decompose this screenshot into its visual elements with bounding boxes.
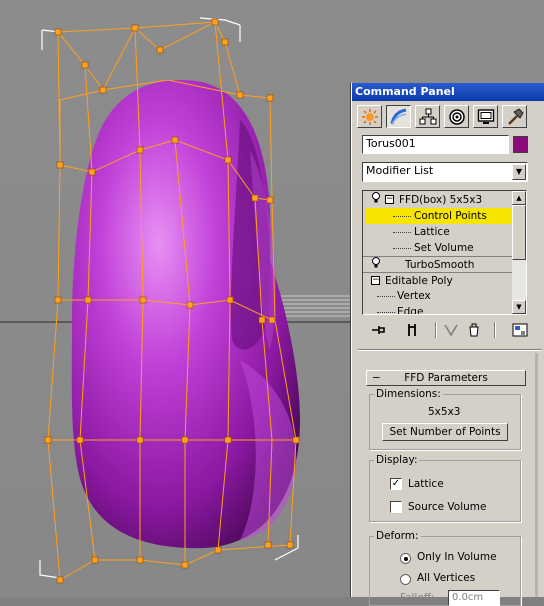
stack-scrollbar[interactable]: ▲ ▼ xyxy=(512,191,526,314)
tab-create[interactable] xyxy=(357,105,382,128)
show-end-result-button[interactable] xyxy=(402,321,422,339)
dimensions-label: Dimensions: xyxy=(374,388,443,400)
stack-item-label: Control Points xyxy=(414,210,487,222)
modifier-list-label: Modifier List xyxy=(366,164,434,177)
hierarchy-icon xyxy=(419,108,436,124)
modifier-list-dropdown[interactable]: Modifier List ▼ xyxy=(362,162,528,182)
monitor-icon xyxy=(477,108,494,124)
only-in-volume-radio[interactable] xyxy=(400,553,411,564)
stack-item-lattice[interactable]: Lattice xyxy=(365,224,511,240)
stack-item-label: Set Volume xyxy=(414,242,474,254)
scroll-up-icon[interactable]: ▲ xyxy=(512,191,526,205)
all-vertices-radio[interactable] xyxy=(400,574,411,585)
stack-item-set-volume[interactable]: Set Volume xyxy=(365,240,511,256)
separator xyxy=(485,321,505,339)
rollout-title: FFD Parameters xyxy=(404,372,488,384)
stack-item-control-points[interactable]: Control Points xyxy=(365,208,511,224)
tree-line xyxy=(393,216,411,217)
tab-hierarchy[interactable] xyxy=(415,105,440,128)
object-color-swatch[interactable] xyxy=(513,136,528,153)
stack-item-label: FFD(box) 5x5x3 xyxy=(399,194,483,206)
chevron-down-icon[interactable]: ▼ xyxy=(512,164,526,180)
all-vertices-label: All Vertices xyxy=(417,572,476,584)
tab-display[interactable] xyxy=(473,105,498,128)
dimensions-group: Dimensions: 5x5x3 Set Number of Points xyxy=(369,388,521,450)
lattice-label: Lattice xyxy=(408,478,444,490)
stack-item-label: Editable Poly xyxy=(385,275,453,287)
tree-line xyxy=(377,312,395,313)
stack-item-label: Vertex xyxy=(397,290,431,302)
panel-divider xyxy=(358,349,542,351)
display-label: Display: xyxy=(374,454,420,466)
stack-item-label: TurboSmooth xyxy=(405,259,475,271)
object-name-field[interactable]: Torus001 xyxy=(362,135,509,154)
stack-item-edge[interactable]: Edge xyxy=(365,304,511,315)
collapse-icon[interactable]: − xyxy=(385,195,394,204)
stack-toolbar xyxy=(364,321,536,341)
tab-motion[interactable] xyxy=(444,105,469,128)
scroll-down-icon[interactable]: ▼ xyxy=(512,300,526,314)
tree-line xyxy=(377,296,395,297)
end-result-icon xyxy=(408,324,416,336)
tab-modify[interactable] xyxy=(386,105,411,128)
lattice-checkbox[interactable]: ✓ xyxy=(390,478,402,490)
panel-title: Command Panel xyxy=(352,83,544,101)
panel-scrollbar[interactable] xyxy=(535,353,538,597)
trash-icon xyxy=(469,323,479,337)
stack-item-turbosmooth[interactable]: TurboSmooth xyxy=(363,256,513,273)
tab-utilities[interactable] xyxy=(502,105,527,128)
tree-line xyxy=(393,248,411,249)
sun-icon xyxy=(361,108,378,125)
modifier-stack[interactable]: − FFD(box) 5x5x3 Control Points Lattice … xyxy=(362,190,527,315)
stack-item-ffd[interactable]: − FFD(box) 5x5x3 xyxy=(363,192,513,208)
hammer-icon xyxy=(507,107,524,125)
modify-arc-icon xyxy=(390,108,406,124)
only-in-volume-label: Only In Volume xyxy=(417,551,497,563)
deform-label: Deform: xyxy=(374,530,421,542)
command-panel: Command Panel Torus001 Modifier List ▼ −… xyxy=(351,83,544,606)
stack-item-label: Edge xyxy=(397,306,424,315)
scroll-thumb[interactable] xyxy=(512,205,526,260)
rollout-toggle: − xyxy=(372,372,381,384)
make-unique-icon xyxy=(444,324,458,337)
pin-icon xyxy=(372,326,385,334)
motion-icon xyxy=(448,108,465,125)
pin-stack-button[interactable] xyxy=(368,321,388,339)
set-number-of-points-button[interactable]: Set Number of Points xyxy=(382,423,508,441)
stack-item-label: Lattice xyxy=(414,226,450,238)
deform-group: Deform: Only In Volume All Vertices Fall… xyxy=(369,530,521,606)
lightbulb-icon[interactable] xyxy=(371,192,381,209)
falloff-label: Falloff: xyxy=(400,592,435,604)
source-volume-checkbox[interactable] xyxy=(390,501,402,513)
falloff-field[interactable]: 0.0cm xyxy=(448,590,500,606)
configure-modifier-sets-button[interactable] xyxy=(510,321,530,339)
remove-modifier-button[interactable] xyxy=(464,321,484,339)
configure-icon xyxy=(512,323,528,337)
tree-line xyxy=(393,232,411,233)
collapse-icon[interactable]: − xyxy=(371,276,380,285)
ffd-parameters-rollout[interactable]: − FFD Parameters xyxy=(366,370,526,386)
make-unique-button[interactable] xyxy=(441,321,461,339)
stack-item-vertex[interactable]: Vertex xyxy=(365,288,511,304)
source-volume-label: Source Volume xyxy=(408,501,487,513)
stack-item-editable-poly[interactable]: − Editable Poly xyxy=(363,272,513,289)
dimensions-value: 5x5x3 xyxy=(428,406,461,418)
display-group: Display: ✓ Lattice Source Volume xyxy=(369,454,521,522)
